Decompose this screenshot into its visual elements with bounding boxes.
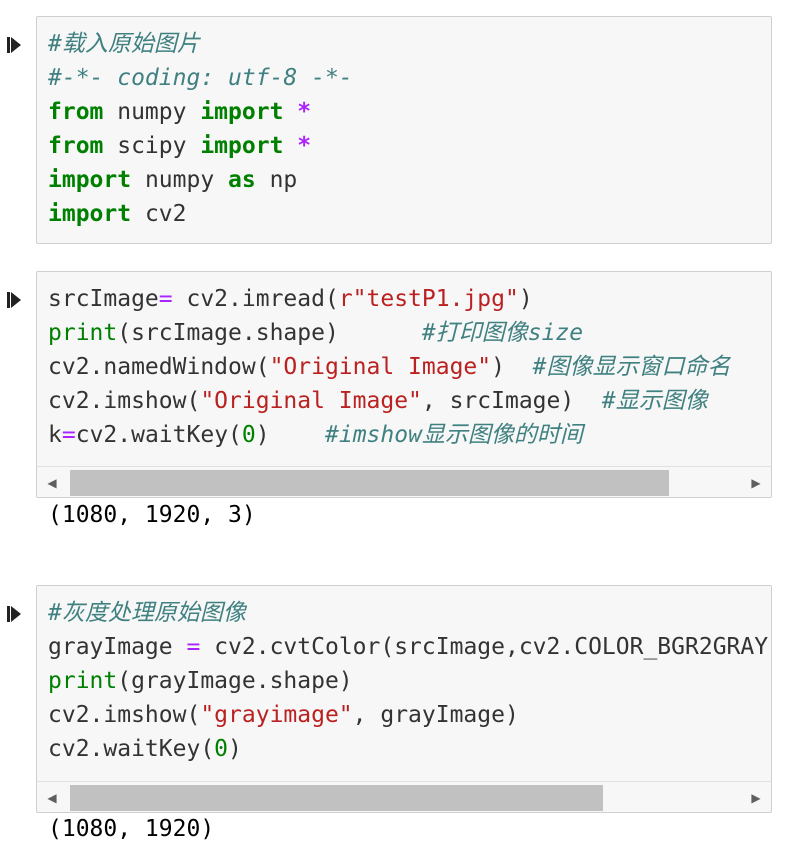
code-token: numpy bbox=[131, 167, 229, 193]
code-token: #imshow显示图像的时间 bbox=[325, 422, 583, 448]
run-cell-icon[interactable] bbox=[6, 605, 22, 623]
code-token: "Original Image" bbox=[200, 388, 422, 414]
scrollbar-thumb[interactable] bbox=[70, 785, 603, 811]
code-cell-input[interactable]: #载入原始图片 #-*- coding: utf-8 -*- from numpy … bbox=[36, 16, 772, 244]
code-line: print(srcImage.shape) #打印图像size bbox=[48, 316, 771, 350]
code-line: from numpy import * bbox=[48, 95, 771, 129]
code-token: cv2.imshow( bbox=[48, 702, 201, 728]
scroll-right-arrow-icon[interactable]: ▶ bbox=[745, 467, 767, 497]
code-token: cv2.imshow( bbox=[48, 388, 201, 414]
code-token: from bbox=[48, 99, 104, 125]
code-token: = bbox=[186, 634, 201, 660]
code-cell-input[interactable]: #灰度处理原始图像 grayImage = cv2.cvtColor(srcIma… bbox=[36, 585, 772, 813]
code-token: cv2.waitKey( bbox=[48, 736, 215, 762]
code-token: cv2.imread( bbox=[172, 286, 339, 312]
code-token: 0 bbox=[241, 422, 256, 448]
code-cell-input[interactable]: srcImage= cv2.imread(r"testP1.jpg") print… bbox=[36, 271, 772, 498]
code-line: grayImage = cv2.cvtColor(srcImage,cv2.CO… bbox=[48, 630, 771, 664]
code-token: ) bbox=[518, 286, 533, 312]
code-token: ) bbox=[491, 354, 533, 380]
code-token: #-*- coding: utf-8 -*- bbox=[48, 65, 353, 91]
code-line: import cv2 bbox=[48, 197, 771, 231]
code-token: #灰度处理原始图像 bbox=[48, 600, 246, 626]
code-token: * bbox=[297, 133, 312, 159]
code-line: print(grayImage.shape) bbox=[48, 664, 771, 698]
code-line: cv2.namedWindow("Original Image") #图像显示窗… bbox=[48, 350, 771, 384]
code-token: import bbox=[200, 99, 284, 125]
code-token: cv2.cvtColor(srcImage,cv2.COLOR_BGR2GRAY bbox=[200, 634, 769, 660]
code-token: , srcImage) bbox=[421, 388, 602, 414]
code-token: = bbox=[61, 422, 76, 448]
code-token: import bbox=[200, 133, 284, 159]
code-token: import bbox=[48, 167, 132, 193]
code-token: r"testP1.jpg" bbox=[338, 286, 519, 312]
horizontal-scrollbar[interactable]: ◀ ▶ bbox=[37, 781, 771, 812]
code-line: #载入原始图片 bbox=[48, 27, 771, 61]
code-token: 0 bbox=[214, 736, 229, 762]
code-line: #-*- coding: utf-8 -*- bbox=[48, 61, 771, 95]
run-cell-icon[interactable] bbox=[6, 291, 22, 309]
code-line: srcImage= cv2.imread(r"testP1.jpg") bbox=[48, 282, 771, 316]
code-token: , grayImage) bbox=[352, 702, 519, 728]
code-token: = bbox=[158, 286, 173, 312]
code-token: "grayimage" bbox=[200, 702, 353, 728]
run-cell-icon[interactable] bbox=[6, 36, 22, 54]
code-token: srcImage bbox=[48, 286, 159, 312]
horizontal-scrollbar[interactable]: ◀ ▶ bbox=[37, 466, 771, 497]
code-token: ) bbox=[255, 422, 325, 448]
code-token: cv2.waitKey( bbox=[75, 422, 242, 448]
code-token: cv2.namedWindow( bbox=[48, 354, 270, 380]
code-line: from scipy import * bbox=[48, 129, 771, 163]
code-token: print bbox=[48, 320, 118, 346]
code-token: k bbox=[48, 422, 62, 448]
scroll-left-arrow-icon[interactable]: ◀ bbox=[41, 782, 63, 812]
code-editor[interactable]: #载入原始图片 #-*- coding: utf-8 -*- from numpy … bbox=[48, 27, 771, 231]
code-token: "Original Image" bbox=[269, 354, 492, 380]
code-token: from bbox=[48, 133, 104, 159]
code-token: #显示图像 bbox=[601, 388, 708, 414]
code-token: #载入原始图片 bbox=[48, 31, 200, 57]
code-token: import bbox=[48, 201, 132, 227]
code-token: cv2 bbox=[131, 201, 187, 227]
scroll-right-arrow-icon[interactable]: ▶ bbox=[745, 782, 767, 812]
code-token: scipy bbox=[103, 133, 201, 159]
code-token: np bbox=[255, 167, 298, 193]
code-line: import numpy as np bbox=[48, 163, 771, 197]
cell-output: (1080, 1920) bbox=[48, 816, 215, 842]
code-editor[interactable]: #灰度处理原始图像 grayImage = cv2.cvtColor(srcIma… bbox=[48, 596, 771, 766]
code-token: grayImage bbox=[48, 634, 187, 660]
code-token: #打印图像size bbox=[421, 320, 584, 346]
code-line: cv2.imshow("Original Image", srcImage) #… bbox=[48, 384, 771, 418]
code-token: print bbox=[48, 668, 118, 694]
code-line: cv2.imshow("grayimage", grayImage) bbox=[48, 698, 771, 732]
scroll-left-arrow-icon[interactable]: ◀ bbox=[41, 467, 63, 497]
code-token: (srcImage.shape) bbox=[117, 320, 422, 346]
code-line: cv2.waitKey(0) bbox=[48, 732, 771, 766]
code-token: #图像显示窗口命名 bbox=[532, 354, 731, 380]
code-token: * bbox=[297, 99, 312, 125]
scrollbar-thumb[interactable] bbox=[70, 470, 669, 496]
code-token: (grayImage.shape) bbox=[117, 668, 353, 694]
cell-output: (1080, 1920, 3) bbox=[48, 502, 256, 528]
code-line: k=cv2.waitKey(0) #imshow显示图像的时间 bbox=[48, 418, 771, 452]
code-editor[interactable]: srcImage= cv2.imread(r"testP1.jpg") print… bbox=[48, 282, 771, 452]
code-token: numpy bbox=[103, 99, 201, 125]
code-token: as bbox=[228, 167, 256, 193]
code-token: ) bbox=[228, 736, 242, 762]
code-line: #灰度处理原始图像 bbox=[48, 596, 771, 630]
